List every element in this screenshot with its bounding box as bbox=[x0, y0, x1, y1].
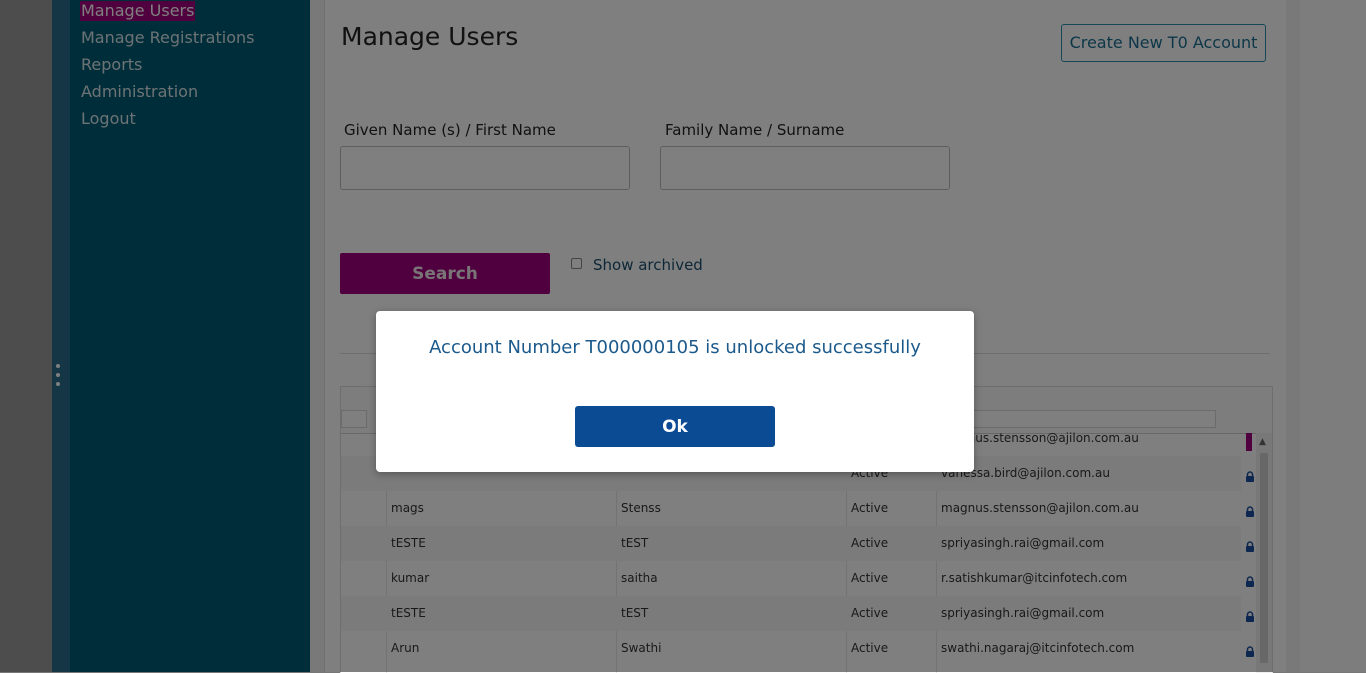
ok-button[interactable]: Ok bbox=[575, 406, 775, 447]
dialog-message: Account Number T000000105 is unlocked su… bbox=[429, 337, 921, 358]
success-dialog: Account Number T000000105 is unlocked su… bbox=[376, 311, 974, 472]
